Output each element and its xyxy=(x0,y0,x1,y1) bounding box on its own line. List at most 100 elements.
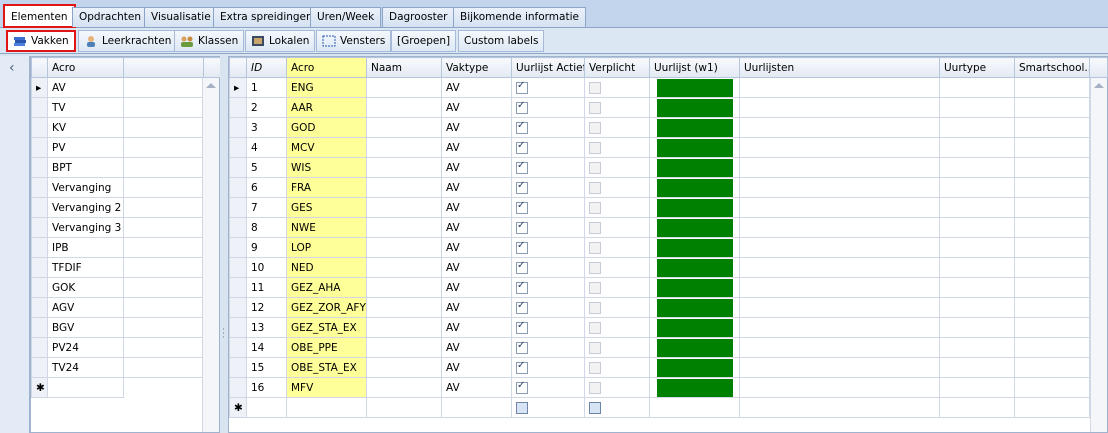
vaktype-cell[interactable]: AV xyxy=(441,377,512,398)
tab-uren-week[interactable]: Uren/Week xyxy=(310,7,382,27)
vak-row[interactable]: 12 GEZ_ZOR_AFY AV xyxy=(229,297,1108,318)
vak-row[interactable]: 5 WIS AV xyxy=(229,157,1108,178)
tab-visualisatie[interactable]: Visualisatie xyxy=(144,7,218,27)
acro-cell[interactable]: MCV xyxy=(286,137,367,158)
vaktype-cell[interactable]: AV xyxy=(441,277,512,298)
left-acro-cell[interactable]: BGV xyxy=(47,317,124,338)
col-verplicht-header[interactable]: Verplicht xyxy=(584,57,650,78)
col-smartschool-header[interactable]: Smartschool... xyxy=(1014,57,1090,78)
uurtype-cell[interactable] xyxy=(939,97,1015,118)
vaktype-cell[interactable]: AV xyxy=(441,157,512,178)
acro-cell[interactable]: WIS xyxy=(286,157,367,178)
uurlijst-w1-cell[interactable] xyxy=(649,97,740,118)
row-indicator[interactable] xyxy=(229,157,247,178)
uurlijsten-cell[interactable] xyxy=(739,177,940,198)
uurlijst-w1-cell[interactable] xyxy=(649,277,740,298)
left-acro-row[interactable]: PV xyxy=(31,137,222,158)
uurlijst-actief-cell[interactable] xyxy=(511,237,585,258)
uurlijsten-cell[interactable] xyxy=(739,197,940,218)
uurlijst-actief-cell[interactable] xyxy=(511,117,585,138)
acro-cell[interactable]: OBE_PPE xyxy=(286,337,367,358)
left-acro-row[interactable]: Vervanging xyxy=(31,177,222,198)
verplicht-cell[interactable] xyxy=(584,337,650,358)
left-acro-cell[interactable]: TFDIF xyxy=(47,257,124,278)
new-uurlijst-w1-cell[interactable] xyxy=(649,397,740,418)
vak-row[interactable]: 11 GEZ_AHA AV xyxy=(229,277,1108,298)
acro-cell[interactable]: FRA xyxy=(286,177,367,198)
uurlijst-w1-cell[interactable] xyxy=(649,117,740,138)
uurlijst-actief-cell[interactable] xyxy=(511,177,585,198)
verplicht-cell[interactable] xyxy=(584,357,650,378)
uurlijsten-cell[interactable] xyxy=(739,217,940,238)
uurlijst-w1-cell[interactable] xyxy=(649,217,740,238)
uurlijst-actief-checkbox[interactable] xyxy=(516,320,528,334)
row-indicator[interactable] xyxy=(229,317,247,338)
verplicht-checkbox[interactable] xyxy=(589,121,601,134)
left-col-acro-header[interactable]: Acro xyxy=(47,57,124,78)
uurlijst-w1-cell[interactable] xyxy=(649,377,740,398)
verplicht-checkbox[interactable] xyxy=(589,241,601,254)
row-indicator[interactable] xyxy=(229,377,247,398)
verplicht-cell[interactable] xyxy=(584,177,650,198)
smartschool-cell[interactable] xyxy=(1014,357,1090,378)
new-verplicht-checkbox[interactable] xyxy=(589,401,601,414)
smartschool-cell[interactable] xyxy=(1014,117,1090,138)
subtab-klassen[interactable]: Klassen xyxy=(174,30,245,52)
naam-cell[interactable] xyxy=(366,357,442,378)
acro-cell[interactable]: OBE_STA_EX xyxy=(286,357,367,378)
verplicht-checkbox[interactable] xyxy=(589,141,601,154)
left-acro-row[interactable]: IPB xyxy=(31,237,222,258)
row-indicator[interactable] xyxy=(229,117,247,138)
new-vaktype-cell[interactable] xyxy=(441,397,512,418)
left-acro-cell[interactable]: TV xyxy=(47,97,124,118)
uurlijsten-cell[interactable] xyxy=(739,117,940,138)
verplicht-cell[interactable] xyxy=(584,157,650,178)
smartschool-cell[interactable] xyxy=(1014,277,1090,298)
left-acro-cell[interactable]: GOK xyxy=(47,277,124,298)
uurtype-cell[interactable] xyxy=(939,157,1015,178)
subtab-custom-labels[interactable]: Custom labels xyxy=(458,30,545,52)
new-row-indicator[interactable]: ✱ xyxy=(229,397,247,418)
subtab-vakken[interactable]: Vakken xyxy=(6,30,76,52)
acro-cell[interactable]: GOD xyxy=(286,117,367,138)
uurlijsten-cell[interactable] xyxy=(739,337,940,358)
row-indicator[interactable] xyxy=(31,357,48,378)
uurlijst-w1-cell[interactable] xyxy=(649,157,740,178)
uurlijst-actief-checkbox[interactable] xyxy=(516,200,528,214)
uurlijst-actief-cell[interactable] xyxy=(511,77,585,98)
uurtype-cell[interactable] xyxy=(939,257,1015,278)
verplicht-cell[interactable] xyxy=(584,77,650,98)
smartschool-cell[interactable] xyxy=(1014,257,1090,278)
uurtype-cell[interactable] xyxy=(939,77,1015,98)
vaktype-cell[interactable]: AV xyxy=(441,177,512,198)
left-acro-row[interactable]: KV xyxy=(31,117,222,138)
acro-cell[interactable]: GEZ_AHA xyxy=(286,277,367,298)
uurlijst-w1-cell[interactable] xyxy=(649,137,740,158)
left-acro-row[interactable]: TV24 xyxy=(31,357,222,378)
uurlijsten-cell[interactable] xyxy=(739,257,940,278)
uurtype-cell[interactable] xyxy=(939,317,1015,338)
uurtype-cell[interactable] xyxy=(939,357,1015,378)
left-acro-cell[interactable]: AGV xyxy=(47,297,124,318)
vak-row[interactable]: 15 OBE_STA_EX AV xyxy=(229,357,1108,378)
uurlijsten-cell[interactable] xyxy=(739,277,940,298)
col-uurtype-header[interactable]: Uurtype xyxy=(939,57,1015,78)
verplicht-checkbox[interactable] xyxy=(589,161,601,174)
naam-cell[interactable] xyxy=(366,197,442,218)
verplicht-checkbox[interactable] xyxy=(589,101,601,114)
uurlijst-actief-checkbox[interactable] xyxy=(516,260,528,274)
verplicht-cell[interactable] xyxy=(584,217,650,238)
vak-row[interactable]: 9 LOP AV xyxy=(229,237,1108,258)
uurtype-cell[interactable] xyxy=(939,197,1015,218)
new-uurlijst-actief-cell[interactable] xyxy=(511,397,585,418)
uurtype-cell[interactable] xyxy=(939,237,1015,258)
left-acro-cell[interactable]: Vervanging 3 xyxy=(47,217,124,238)
uurlijst-w1-cell[interactable] xyxy=(649,257,740,278)
row-indicator[interactable] xyxy=(31,277,48,298)
vaktype-cell[interactable]: AV xyxy=(441,237,512,258)
row-indicator[interactable] xyxy=(229,297,247,318)
acro-cell[interactable]: ENG xyxy=(286,77,367,98)
acro-cell[interactable]: AAR xyxy=(286,97,367,118)
uurlijst-w1-cell[interactable] xyxy=(649,317,740,338)
row-indicator[interactable] xyxy=(31,317,48,338)
